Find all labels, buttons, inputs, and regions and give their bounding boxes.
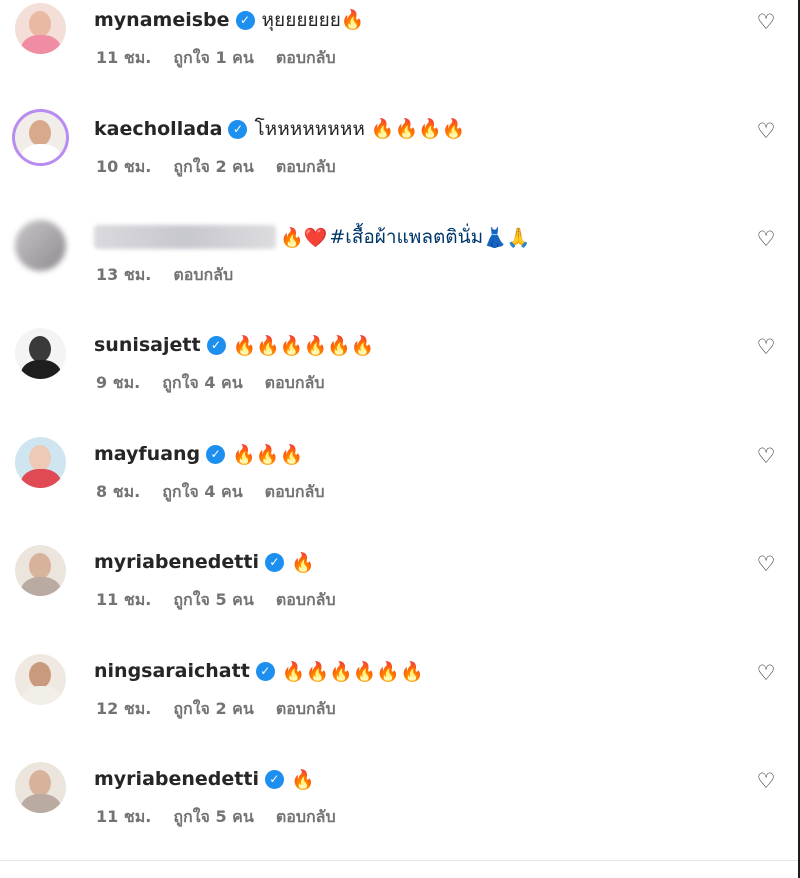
reply-button[interactable]: ตอบกลับ (276, 155, 336, 180)
comment-time[interactable]: 12 ชม. (96, 697, 151, 722)
comment-header: myriabenedetti ✓ 🔥 (94, 545, 315, 579)
comment-text: 🔥🔥🔥🔥🔥🔥 (281, 660, 424, 683)
avatar[interactable] (15, 437, 66, 488)
verified-badge-icon: ✓ (264, 552, 284, 572)
comment-item: myriabenedetti ✓ 🔥 11 ชม. ถูกใจ 5 คน ตอบ… (0, 545, 798, 645)
comment-time[interactable]: 11 ชม. (96, 588, 151, 613)
avatar[interactable] (15, 220, 66, 271)
like-count[interactable]: ถูกใจ 4 คน (162, 371, 242, 396)
comment-item: kaechollada ✓ โหหหหหหหห 🔥🔥🔥🔥 10 ชม. ถูกใ… (0, 112, 798, 212)
like-heart-icon[interactable]: ♡ (755, 770, 777, 792)
avatar[interactable] (15, 545, 66, 596)
like-heart-icon[interactable]: ♡ (755, 120, 777, 142)
comment-time[interactable]: 13 ชม. (96, 263, 151, 288)
reply-button[interactable]: ตอบกลับ (276, 46, 336, 71)
username[interactable]: ningsaraichatt (94, 660, 250, 682)
comment-text: 🔥 (290, 768, 315, 791)
comment-text: 🔥 (290, 551, 315, 574)
like-heart-icon[interactable]: ♡ (755, 336, 777, 358)
comment-time[interactable]: 10 ชม. (96, 155, 151, 180)
verified-badge-icon: ✓ (206, 444, 226, 464)
username[interactable]: myriabenedetti (94, 551, 259, 573)
like-count[interactable]: ถูกใจ 1 คน (173, 46, 253, 71)
comment-meta: 11 ชม. ถูกใจ 1 คน ตอบกลับ (96, 47, 358, 69)
comment-item: mynameisbe ✓ หุยยยยยย🔥 11 ชม. ถูกใจ 1 คน… (0, 3, 798, 103)
comment-header: myriabenedetti ✓ 🔥 (94, 762, 315, 796)
comment-header: kaechollada ✓ โหหหหหหหห 🔥🔥🔥🔥 (94, 112, 466, 146)
reply-button[interactable]: ตอบกลับ (276, 805, 336, 830)
avatar[interactable] (15, 112, 66, 163)
like-count[interactable]: ถูกใจ 2 คน (173, 697, 253, 722)
like-heart-icon[interactable]: ♡ (755, 445, 777, 467)
like-count[interactable]: ถูกใจ 2 คน (173, 155, 253, 180)
username[interactable]: mynameisbe (94, 9, 230, 31)
reply-button[interactable]: ตอบกลับ (276, 588, 336, 613)
like-heart-icon[interactable]: ♡ (755, 228, 777, 250)
verified-badge-icon: ✓ (264, 769, 284, 789)
comment-meta: 12 ชม. ถูกใจ 2 คน ตอบกลับ (96, 698, 358, 720)
verified-badge-icon: ✓ (255, 661, 275, 681)
comment-meta: 10 ชม. ถูกใจ 2 คน ตอบกลับ (96, 156, 358, 178)
like-heart-icon[interactable]: ♡ (755, 11, 777, 33)
comment-time[interactable]: 11 ชม. (96, 805, 151, 830)
comment-meta: 11 ชม. ถูกใจ 5 คน ตอบกลับ (96, 806, 358, 828)
verified-badge-icon: ✓ (235, 10, 255, 30)
like-count[interactable]: ถูกใจ 5 คน (173, 805, 253, 830)
avatar[interactable] (15, 3, 66, 54)
divider (0, 860, 798, 861)
comment-text: หุยยยยยย🔥 (261, 9, 365, 31)
comment-item: sunisajett ✓ 🔥🔥🔥🔥🔥🔥 9 ชม. ถูกใจ 4 คน ตอบ… (0, 328, 798, 428)
like-heart-icon[interactable]: ♡ (755, 553, 777, 575)
username[interactable]: sunisajett (94, 334, 201, 356)
comment-item: ningsaraichatt ✓ 🔥🔥🔥🔥🔥🔥 12 ชม. ถูกใจ 2 ค… (0, 654, 798, 754)
comment-meta: 8 ชม. ถูกใจ 4 คน ตอบกลับ (96, 481, 346, 503)
comment-text: 🔥🔥🔥 (232, 443, 304, 466)
hashtag-link[interactable]: #เสื้อผ้าแพลตตินั่ม (329, 222, 483, 252)
like-count[interactable]: ถูกใจ 4 คน (162, 480, 242, 505)
reply-button[interactable]: ตอบกลับ (265, 480, 325, 505)
avatar[interactable] (15, 762, 66, 813)
comment-time[interactable]: 11 ชม. (96, 46, 151, 71)
username-blurred[interactable] (94, 225, 276, 249)
comment-meta: 13 ชม. ตอบกลับ (96, 264, 255, 286)
username[interactable]: kaechollada (94, 118, 222, 140)
reply-button[interactable]: ตอบกลับ (173, 263, 233, 288)
reply-button[interactable]: ตอบกลับ (265, 371, 325, 396)
comment-time[interactable]: 8 ชม. (96, 480, 140, 505)
comment-text: 🔥🔥🔥🔥🔥🔥 (232, 334, 375, 357)
username[interactable]: myriabenedetti (94, 768, 259, 790)
like-count[interactable]: ถูกใจ 5 คน (173, 588, 253, 613)
comment-meta: 9 ชม. ถูกใจ 4 คน ตอบกลับ (96, 372, 346, 394)
avatar[interactable] (15, 328, 66, 379)
comment-time[interactable]: 9 ชม. (96, 371, 140, 396)
comment-text: 🔥❤️ (280, 226, 328, 249)
comment-header: sunisajett ✓ 🔥🔥🔥🔥🔥🔥 (94, 328, 375, 362)
verified-badge-icon: ✓ (206, 335, 226, 355)
avatar[interactable] (15, 654, 66, 705)
reply-button[interactable]: ตอบกลับ (276, 697, 336, 722)
username[interactable]: mayfuang (94, 443, 200, 465)
comment-item: 🔥❤️ #เสื้อผ้าแพลตตินั่ม 👗🙏 13 ชม. ตอบกลั… (0, 220, 798, 320)
like-heart-icon[interactable]: ♡ (755, 662, 777, 684)
comment-header: mayfuang ✓ 🔥🔥🔥 (94, 437, 303, 471)
comment-text: โหหหหหหหห 🔥🔥🔥🔥 (254, 118, 466, 140)
comment-item: myriabenedetti ✓ 🔥 11 ชม. ถูกใจ 5 คน ตอบ… (0, 762, 798, 862)
comment-item: mayfuang ✓ 🔥🔥🔥 8 ชม. ถูกใจ 4 คน ตอบกลับ … (0, 437, 798, 537)
comment-header: 🔥❤️ #เสื้อผ้าแพลตตินั่ม 👗🙏 (94, 220, 530, 254)
comment-meta: 11 ชม. ถูกใจ 5 คน ตอบกลับ (96, 589, 358, 611)
verified-badge-icon: ✓ (228, 119, 248, 139)
comment-header: mynameisbe ✓ หุยยยยยย🔥 (94, 3, 365, 37)
comment-header: ningsaraichatt ✓ 🔥🔥🔥🔥🔥🔥 (94, 654, 424, 688)
comment-text-suffix: 👗🙏 (483, 226, 531, 249)
